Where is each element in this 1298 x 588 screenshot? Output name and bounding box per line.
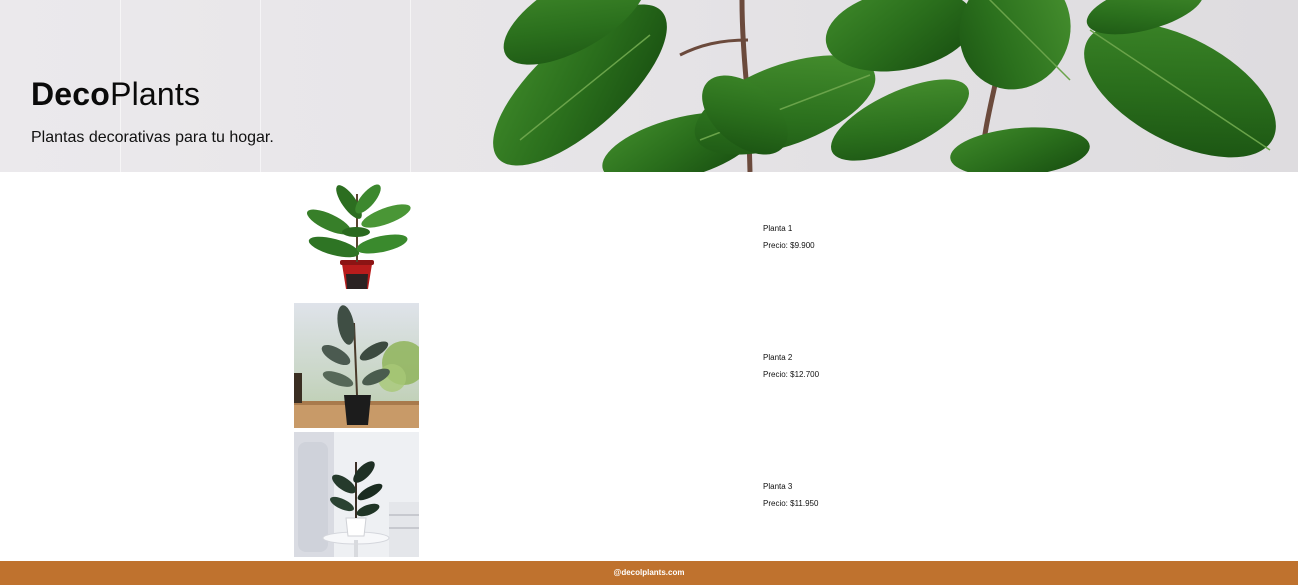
site-footer: @decolplants.com bbox=[0, 561, 1298, 585]
product-1-price: Precio: $9.900 bbox=[763, 241, 815, 250]
product-3-name: Planta 3 bbox=[763, 482, 793, 491]
product-card-1: Planta 1 Precio: $9.900 bbox=[0, 172, 1298, 301]
product-card-2: Planta 2 Precio: $12.700 bbox=[0, 301, 1298, 430]
product-2-name: Planta 2 bbox=[763, 353, 793, 362]
product-1-image[interactable] bbox=[294, 174, 419, 299]
site-tagline: Plantas decorativas para tu hogar. bbox=[31, 129, 274, 146]
product-1-name: Planta 1 bbox=[763, 224, 793, 233]
product-2-price: Precio: $12.700 bbox=[763, 370, 820, 379]
site-logo[interactable]: DecoPlants bbox=[31, 74, 274, 114]
product-3-price: Precio: $11.950 bbox=[763, 499, 819, 508]
hero-banner: DecoPlants Plantas decorativas para tu h… bbox=[0, 0, 1298, 172]
product-2-image[interactable] bbox=[294, 303, 419, 428]
logo-regular: Plants bbox=[110, 76, 201, 112]
product-3-image[interactable] bbox=[294, 432, 419, 557]
hero-text: DecoPlants Plantas decorativas para tu h… bbox=[31, 74, 274, 148]
footer-handle[interactable]: @decolplants.com bbox=[614, 568, 685, 577]
logo-bold: Deco bbox=[31, 76, 111, 112]
product-card-3: Planta 3 Precio: $11.950 bbox=[0, 430, 1298, 559]
hero-rubber-plant-image bbox=[493, 0, 1276, 172]
